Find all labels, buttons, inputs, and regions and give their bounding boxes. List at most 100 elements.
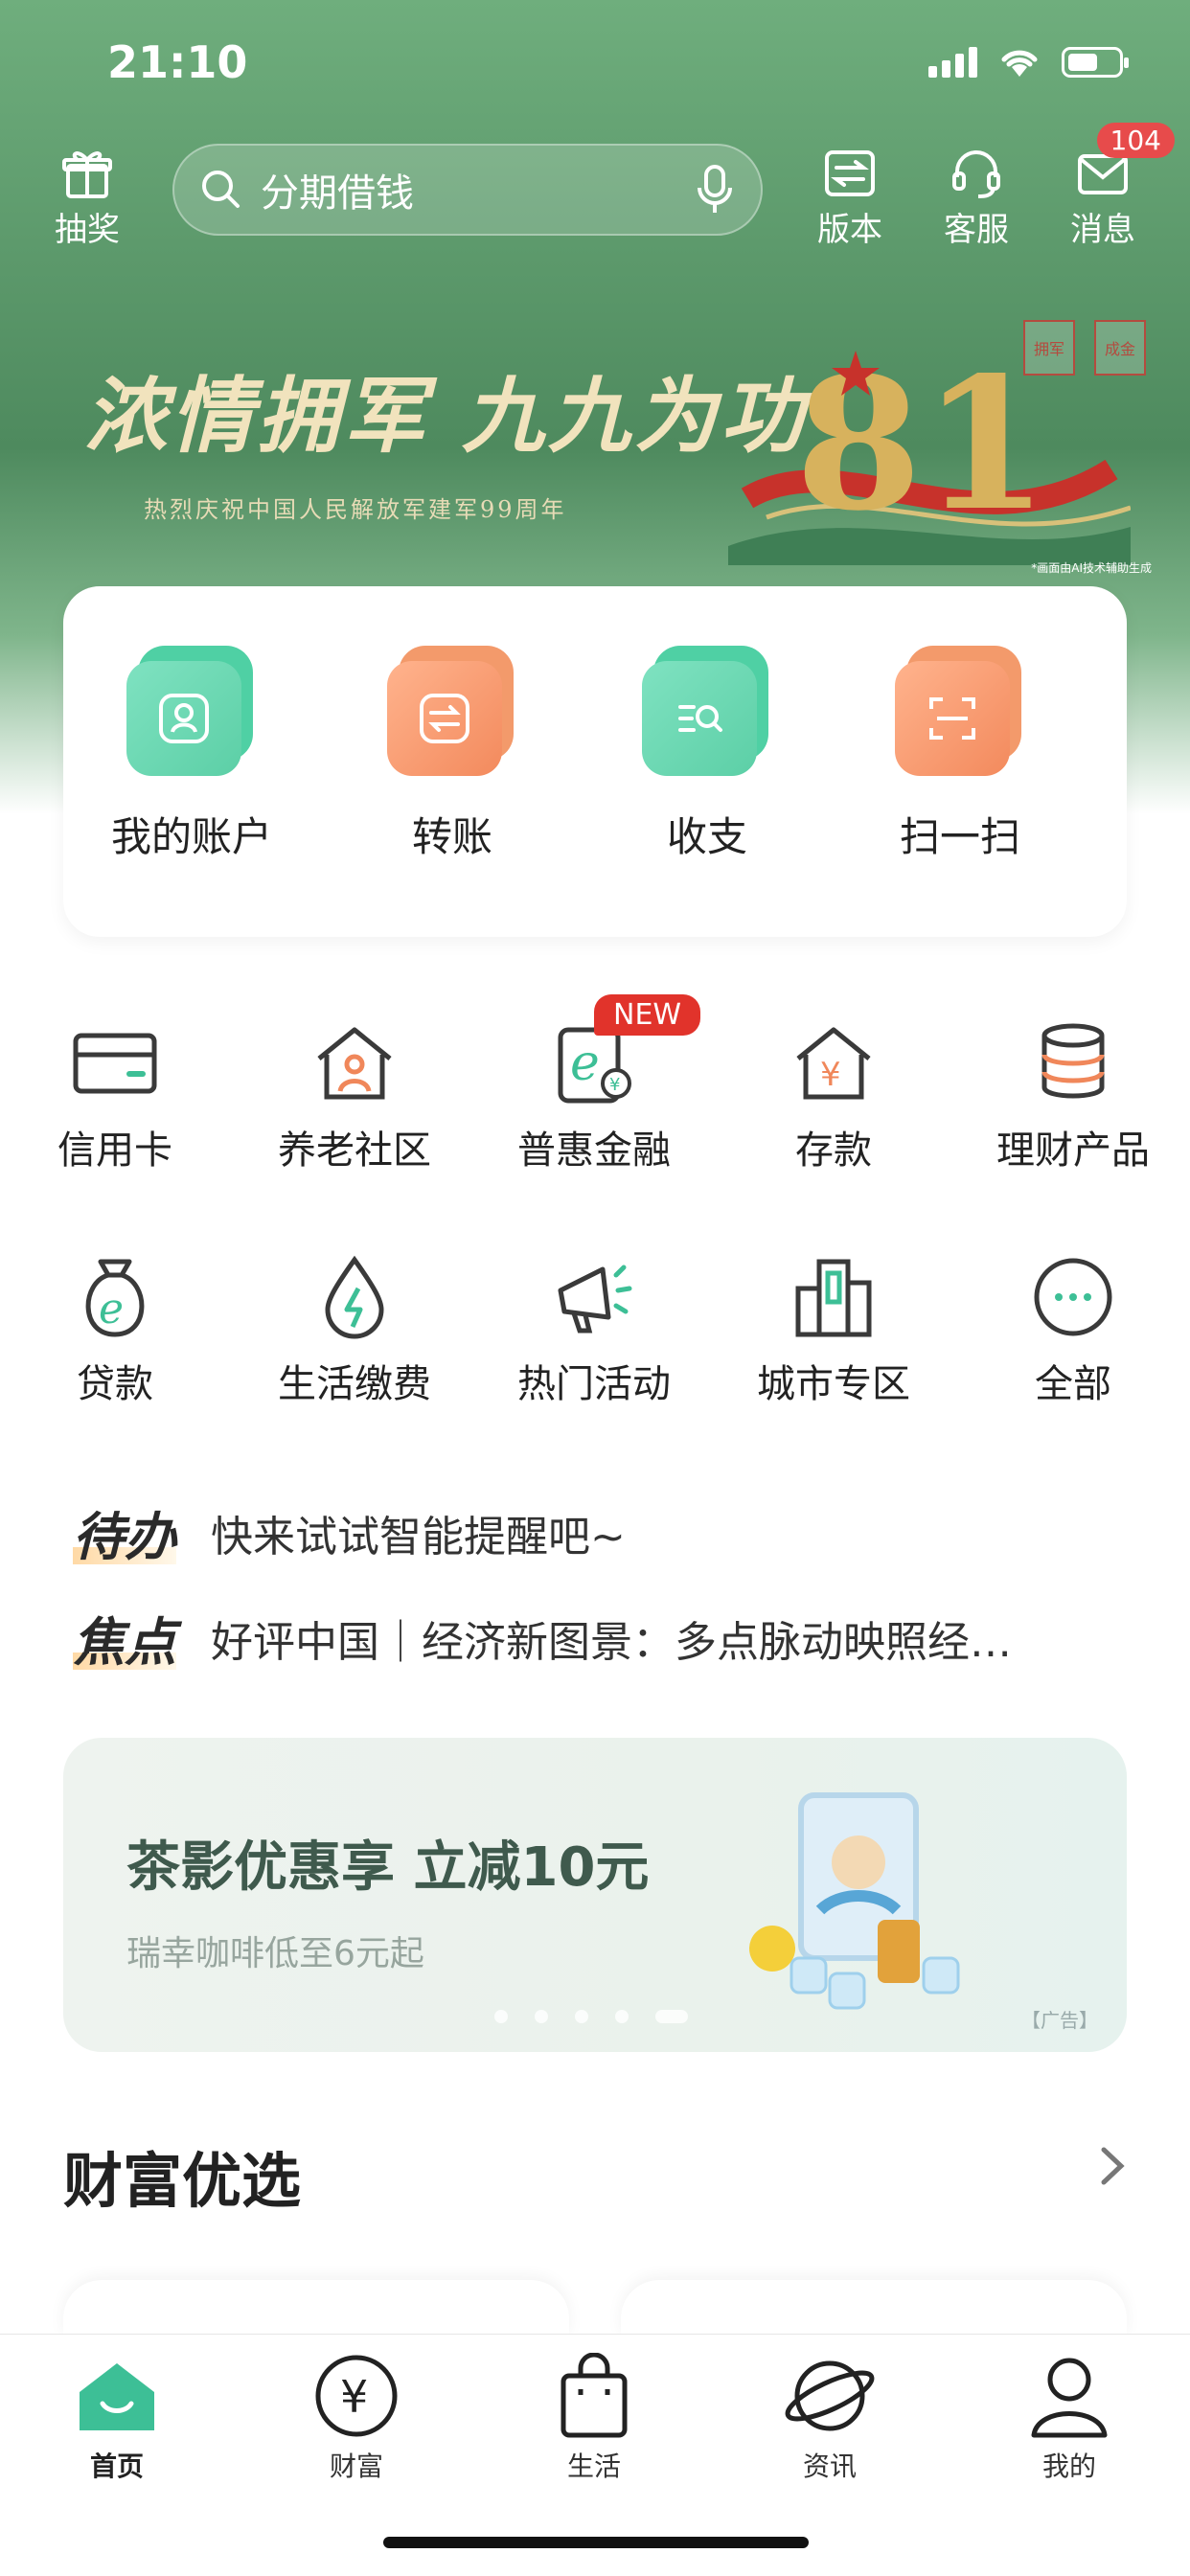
quick-action-label: 收支	[666, 813, 747, 860]
svg-text:¥: ¥	[609, 1075, 620, 1095]
grid-item-hot-activity[interactable]: 热门活动	[479, 1249, 709, 1408]
credit-card-icon	[73, 1033, 157, 1094]
focus-text: 好评中国｜经济新图景：多点脉动映照经…	[211, 1617, 1012, 1667]
grid-item-wealth-product[interactable]: 理财产品	[958, 1015, 1188, 1174]
scan-icon	[929, 697, 975, 740]
lottery-button[interactable]: 抽奖	[34, 144, 140, 250]
quick-action-transfer[interactable]: 转账	[347, 646, 558, 863]
carousel-dot	[615, 2010, 629, 2023]
carousel-dots	[494, 2010, 688, 2023]
ad-banner[interactable]: 茶影优惠享 立减10元 瑞幸咖啡低至6元起 【广告】	[63, 1738, 1127, 2052]
search-icon	[202, 171, 240, 208]
seal-left: 拥军	[1023, 320, 1075, 376]
message-label: 消息	[1070, 211, 1135, 249]
lottery-label: 抽奖	[55, 211, 120, 249]
carousel-dot	[494, 2010, 508, 2023]
tab-label: 财富	[329, 2451, 383, 2482]
grid-item-all[interactable]: 全部	[958, 1249, 1188, 1408]
version-button[interactable]: 版本	[797, 144, 903, 250]
wifi-icon	[1001, 50, 1038, 77]
svg-text:e: e	[570, 1035, 600, 1092]
income-expense-icon	[678, 705, 722, 732]
tab-label: 生活	[566, 2451, 621, 2482]
gift-icon	[62, 151, 112, 198]
focus-row[interactable]: 焦点 好评中国｜经济新图景：多点脉动映照经…	[73, 1600, 1012, 1676]
quick-action-label: 扫一扫	[899, 813, 1020, 860]
quick-action-income-expense[interactable]: 收支	[602, 646, 812, 863]
tab-home[interactable]: 首页	[31, 2348, 203, 2484]
elderly-community-icon	[317, 1027, 392, 1100]
grid-label: 热门活动	[517, 1362, 671, 1406]
tab-label: 首页	[89, 2451, 144, 2482]
grid-label: 普惠金融	[517, 1128, 671, 1173]
grid-item-loan[interactable]: e 贷款	[0, 1249, 230, 1408]
microphone-icon[interactable]	[694, 163, 736, 217]
quick-action-label: 转账	[411, 813, 492, 860]
ad-subtitle: 瑞幸咖啡低至6元起	[126, 1934, 424, 1973]
status-icons	[928, 46, 1129, 79]
planet-icon	[785, 2360, 875, 2431]
tab-label: 资讯	[802, 2451, 857, 2482]
tab-life[interactable]: 生活	[508, 2348, 680, 2484]
wealth-card-peek[interactable]	[63, 2280, 569, 2337]
grid-label: 信用卡	[57, 1128, 172, 1173]
shopping-bag-icon	[561, 2353, 628, 2438]
quick-action-my-account[interactable]: 我的账户	[86, 646, 297, 863]
carousel-dot	[575, 2010, 588, 2023]
grid-label: 生活缴费	[278, 1362, 431, 1406]
loan-icon: e	[85, 1259, 145, 1337]
search-bar[interactable]: 分期借钱	[172, 144, 763, 236]
customer-service-button[interactable]: 客服	[924, 144, 1029, 250]
yuan-icon: ¥	[315, 2355, 398, 2437]
signal-icon	[928, 47, 977, 78]
grid-item-city-zone[interactable]: 城市专区	[719, 1249, 949, 1408]
tab-news[interactable]: 资讯	[744, 2348, 916, 2484]
message-button[interactable]: 104 消息	[1050, 123, 1175, 250]
grid-item-deposit[interactable]: ¥ 存款	[719, 1015, 949, 1174]
banner-subtitle: 热烈庆祝中国人民解放军建军99周年	[144, 496, 567, 523]
grid-label: 存款	[795, 1128, 872, 1173]
tab-mine[interactable]: 我的	[983, 2348, 1156, 2484]
battery-icon	[1062, 47, 1129, 78]
service-label: 客服	[944, 211, 1009, 249]
grid-item-utility-payment[interactable]: 生活缴费	[240, 1249, 469, 1408]
chevron-right-icon[interactable]	[1098, 2144, 1127, 2188]
grid-item-elderly-community[interactable]: 养老社区	[240, 1015, 469, 1174]
quick-action-label: 我的账户	[110, 813, 272, 860]
user-icon	[1031, 2358, 1108, 2438]
grid-label: 养老社区	[278, 1128, 431, 1173]
search-placeholder: 分期借钱	[261, 171, 414, 216]
wealth-product-icon	[1041, 1023, 1105, 1099]
wealth-card-peek[interactable]	[621, 2280, 1127, 2337]
banner-note: *画面由AI技术辅助生成	[1031, 561, 1152, 575]
quick-actions-card: 我的账户 转账 收支 扫一扫	[63, 586, 1127, 937]
svg-text:¥: ¥	[820, 1056, 841, 1094]
switch-version-icon	[825, 150, 875, 196]
status-time: 21:10	[107, 36, 248, 88]
todo-tag: 待办	[73, 1494, 176, 1570]
grid-label: 城市专区	[757, 1362, 910, 1406]
transfer-icon	[420, 694, 469, 743]
wealth-section-title: 财富优选	[63, 2146, 302, 2216]
home-indicator	[383, 2537, 809, 2548]
coffee-promo-image	[749, 1792, 960, 2010]
seal-right: 成金	[1094, 320, 1146, 376]
account-icon	[159, 694, 209, 743]
todo-row[interactable]: 待办 快来试试智能提醒吧~	[73, 1494, 626, 1570]
home-icon	[80, 2363, 154, 2430]
grid-label: 全部	[1035, 1362, 1111, 1406]
carousel-dot-active	[655, 2010, 688, 2023]
carousel-dot	[535, 2010, 548, 2023]
tab-label: 我的	[1041, 2451, 1096, 2482]
message-badge: 104	[1096, 123, 1175, 158]
grid-item-inclusive-finance[interactable]: e ¥ 普惠金融	[479, 1015, 709, 1174]
grid-item-credit-card[interactable]: 信用卡	[0, 1015, 230, 1174]
quick-action-scan[interactable]: 扫一扫	[855, 646, 1065, 863]
version-label: 版本	[817, 211, 882, 249]
megaphone-icon	[558, 1265, 632, 1334]
tab-wealth[interactable]: ¥ 财富	[270, 2348, 443, 2484]
new-badge: NEW	[594, 994, 701, 1036]
anniversary-number: 81	[795, 337, 1048, 551]
todo-text: 快来试试智能提醒吧~	[211, 1512, 626, 1562]
banner-title: 浓情拥军 九九为功	[84, 368, 807, 465]
